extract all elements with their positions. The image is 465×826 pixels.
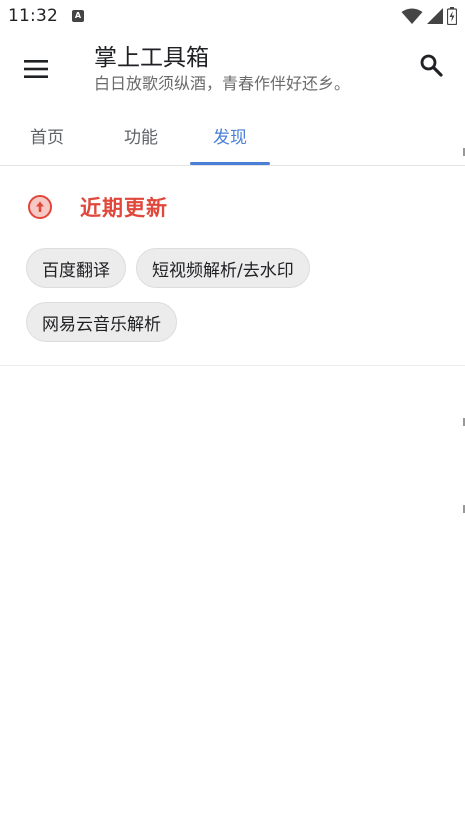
search-button[interactable] [409, 43, 453, 87]
notification-icon: A [72, 10, 84, 22]
notification-glyph: A [74, 11, 82, 20]
screen: 11:32 A 掌上工具箱 白日放歌须纵酒，青春作伴好还乡。 首页 功能 发现 … [0, 0, 465, 826]
search-icon [420, 54, 443, 77]
chip-group: 百度翻译 短视频解析/去水印 网易云音乐解析 [0, 248, 440, 356]
section-title: 近期更新 [80, 196, 168, 220]
recent-updates-section: 近期更新 百度翻译 短视频解析/去水印 网易云音乐解析 [0, 166, 465, 366]
tab-features[interactable]: 功能 [94, 106, 188, 165]
status-bar: 11:32 A [0, 0, 465, 32]
wifi-icon [401, 8, 423, 24]
tab-bar: 首页 功能 发现 [0, 106, 465, 166]
chip-short-video-parse[interactable]: 短视频解析/去水印 [136, 248, 310, 288]
section-header: 近期更新 [0, 166, 465, 248]
arrow-up-circle-icon [26, 193, 54, 221]
chip-netease-music-parse[interactable]: 网易云音乐解析 [26, 302, 177, 342]
app-bar-titles: 掌上工具箱 白日放歌须纵酒，青春作伴好还乡。 [94, 43, 350, 95]
tab-discover[interactable]: 发现 [188, 106, 272, 165]
app-subtitle: 白日放歌须纵酒，青春作伴好还乡。 [94, 74, 351, 93]
menu-icon [24, 60, 48, 78]
tab-home[interactable]: 首页 [0, 106, 94, 165]
app-bar: 掌上工具箱 白日放歌须纵酒，青春作伴好还乡。 [0, 32, 465, 106]
app-title: 掌上工具箱 [94, 45, 209, 71]
status-time: 11:32 [8, 6, 58, 26]
battery-icon [447, 7, 457, 25]
chip-baidu-translate[interactable]: 百度翻译 [26, 248, 126, 288]
menu-button[interactable] [10, 43, 62, 95]
signal-icon [427, 8, 443, 24]
